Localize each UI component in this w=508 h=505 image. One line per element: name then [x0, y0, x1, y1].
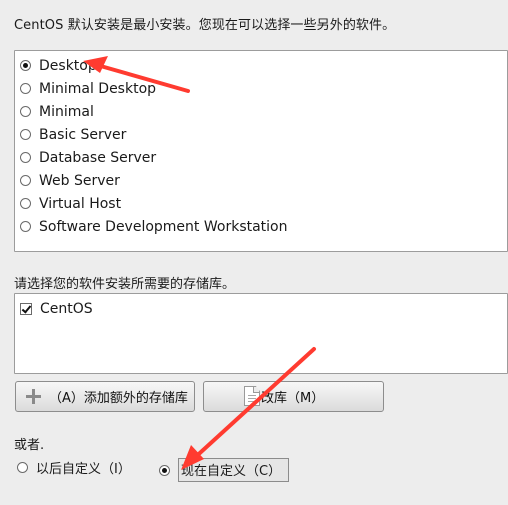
repository-centos[interactable]: CentOS — [15, 297, 507, 320]
radio-icon[interactable] — [20, 152, 31, 163]
radio-icon[interactable] — [20, 175, 31, 186]
radio-icon[interactable] — [20, 106, 31, 117]
install-option-database-server[interactable]: Database Server — [15, 146, 507, 169]
repository-list: CentOS — [14, 293, 508, 374]
or-label: 或者. — [14, 438, 45, 453]
radio-icon[interactable] — [20, 129, 31, 140]
repository-label: CentOS — [40, 300, 93, 317]
intro-text: CentOS 默认安装是最小安装。您现在可以选择一些另外的软件。 — [14, 18, 396, 33]
repo-section-label: 请选择您的软件安装所需要的存储库。 — [14, 277, 236, 292]
customize-now-label: 现在自定义（C） — [178, 458, 290, 482]
install-option-label: Basic Server — [39, 126, 127, 143]
customize-now-option[interactable]: 现在自定义（C） — [159, 458, 290, 482]
install-option-label: Database Server — [39, 149, 157, 166]
add-repository-label: （A）添加额外的存储库 — [49, 391, 188, 406]
checkbox-icon[interactable] — [20, 302, 32, 315]
document-icon — [244, 386, 260, 406]
edit-repository-button[interactable]: 修改库（M） — [203, 381, 384, 412]
install-option-basic-server[interactable]: Basic Server — [15, 123, 507, 146]
radio-icon[interactable] — [20, 83, 31, 94]
install-option-label: Software Development Workstation — [39, 218, 288, 235]
install-option-label: Minimal — [39, 103, 94, 120]
install-option-virtual-host[interactable]: Virtual Host — [15, 192, 507, 215]
install-option-desktop[interactable]: Desktop — [15, 54, 507, 77]
install-option-label: Virtual Host — [39, 195, 122, 212]
install-option-minimal[interactable]: Minimal — [15, 100, 507, 123]
install-options-list: Desktop Minimal Desktop Minimal Basic Se… — [14, 50, 508, 252]
plus-icon — [26, 389, 41, 404]
install-option-minimal-desktop[interactable]: Minimal Desktop — [15, 77, 507, 100]
radio-icon[interactable] — [159, 464, 170, 476]
install-option-label: Web Server — [39, 172, 120, 189]
install-option-label: Minimal Desktop — [39, 80, 157, 97]
customize-later-option[interactable]: 以后自定义（I） — [17, 458, 131, 477]
radio-icon[interactable] — [20, 221, 31, 232]
radio-icon[interactable] — [20, 198, 31, 209]
install-option-software-development-workstation[interactable]: Software Development Workstation — [15, 215, 507, 238]
install-option-label: Desktop — [39, 57, 97, 74]
customize-later-label: 以后自定义（I） — [36, 462, 131, 477]
radio-icon[interactable] — [20, 60, 31, 71]
radio-icon[interactable] — [17, 462, 28, 473]
install-option-web-server[interactable]: Web Server — [15, 169, 507, 192]
add-repository-button[interactable]: （A）添加额外的存储库 — [15, 381, 195, 412]
